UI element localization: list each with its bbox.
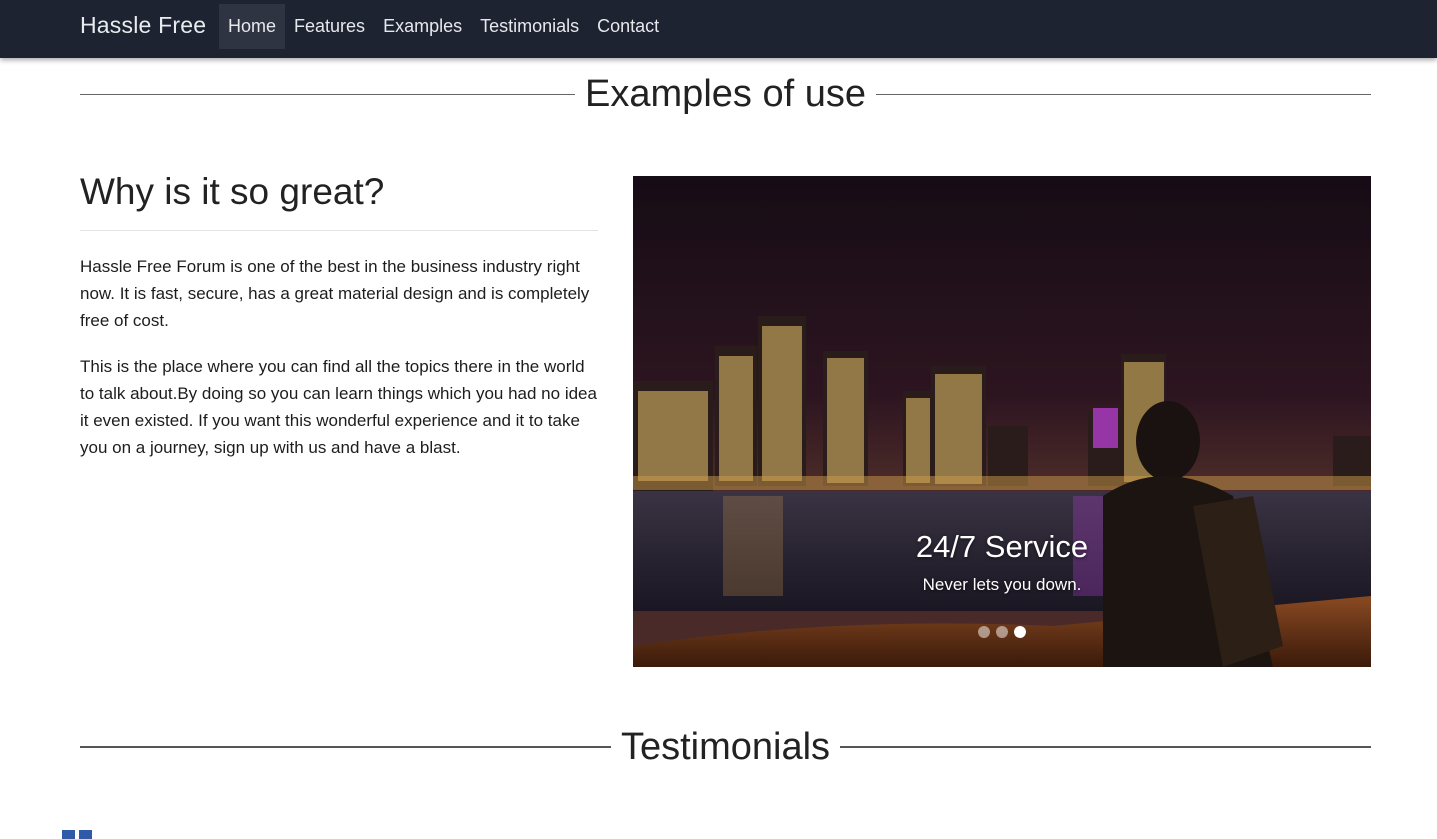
testimonials-title: Testimonials <box>620 726 831 768</box>
examples-title: Examples of use <box>585 73 866 115</box>
heading-divider-right <box>840 746 1372 748</box>
carousel-indicators <box>978 626 1026 638</box>
why-paragraph-2: This is the place where you can find all… <box>80 357 597 458</box>
carousel-caption-text: Never lets you down. <box>922 575 1082 595</box>
carousel-caption: 24/7 Service Never lets you down. <box>833 528 1171 595</box>
nav-item-home[interactable]: Home <box>219 4 286 49</box>
heading-divider-left <box>80 93 576 95</box>
nav-item-features[interactable]: Features <box>285 4 374 49</box>
nav-menu: Home Features Examples Testimonials Cont… <box>219 4 668 49</box>
navbar: Hassle Free Home Features Examples Testi… <box>0 0 1437 58</box>
nav-item-contact[interactable]: Contact <box>588 4 668 49</box>
why-paragraph-1: Hassle Free Forum is one of the best in … <box>80 257 590 331</box>
examples-section-heading: Examples of use <box>80 73 1372 115</box>
nav-item-examples[interactable]: Examples <box>374 4 471 49</box>
testimonial-avatar-icon <box>62 830 94 839</box>
brand-logo[interactable]: Hassle Free <box>80 12 206 39</box>
nav-item-testimonials[interactable]: Testimonials <box>471 4 588 49</box>
heading-divider-right <box>875 93 1372 95</box>
carousel-caption-title: 24/7 Service <box>915 529 1089 564</box>
image-carousel[interactable]: 24/7 Service Never lets you down. <box>633 176 1371 667</box>
carousel-indicator-1[interactable] <box>978 626 990 638</box>
why-section: Why is it so great? Hassle Free Forum is… <box>80 170 598 480</box>
heading-divider-left <box>80 746 611 748</box>
why-heading: Why is it so great? <box>80 170 598 232</box>
carousel-indicator-2[interactable] <box>996 626 1008 638</box>
carousel-indicator-3[interactable] <box>1014 626 1026 638</box>
testimonials-section-heading: Testimonials <box>80 726 1372 768</box>
